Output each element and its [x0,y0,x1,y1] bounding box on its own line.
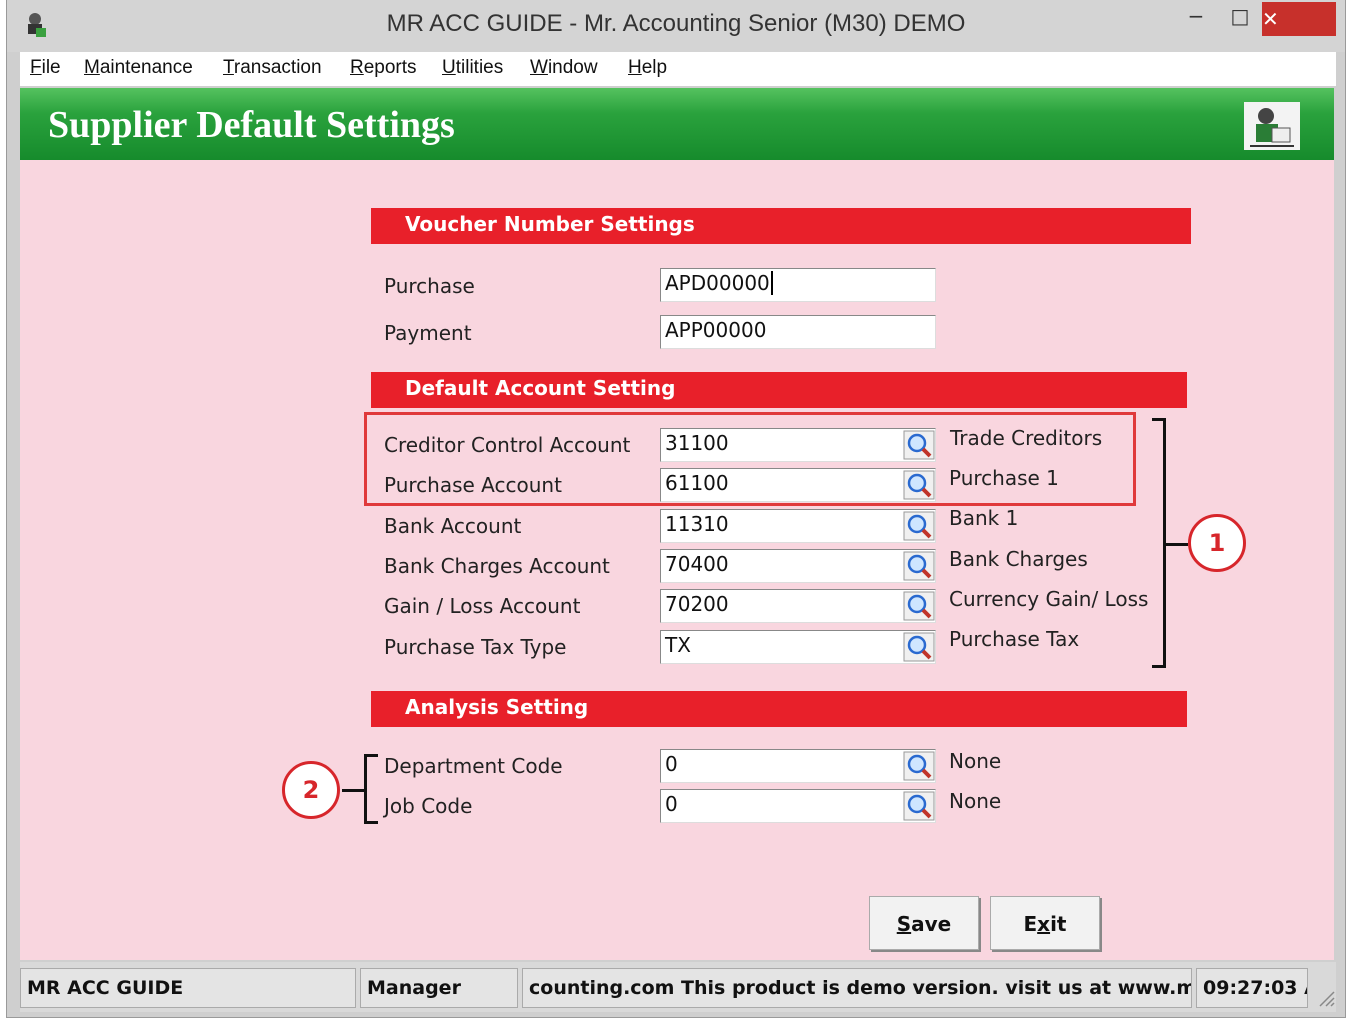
purchase-voucher-input[interactable]: APD00000 [660,268,936,302]
lookup-icon[interactable] [903,430,935,460]
creditor-control-account-input[interactable]: 31100 [660,428,936,462]
lookup-icon[interactable] [903,632,935,662]
purchase-voucher-label: Purchase [384,274,475,298]
creditor-control-account-desc: Trade Creditors [950,426,1103,450]
department-code-desc: None [949,749,1002,773]
purchase-tax-type-input[interactable]: TX [660,630,936,664]
form-title: Supplier Default Settings [48,104,455,146]
callout-connector [1166,543,1188,546]
lookup-icon[interactable] [903,551,935,581]
menu-window[interactable]: Window [530,57,598,79]
callout-bracket [364,754,378,824]
menu-utilities[interactable]: Utilities [442,57,503,79]
lookup-icon[interactable] [903,751,935,781]
job-code-label: Job Code [384,794,473,818]
purchase-account-input[interactable]: 61100 [660,468,936,502]
menu-file[interactable]: File [30,57,61,79]
bank-charges-account-desc: Bank Charges [949,547,1088,571]
callout-badge-2: 2 [282,761,340,819]
lookup-icon[interactable] [903,791,935,821]
lookup-icon[interactable] [903,511,935,541]
gain-loss-account-desc: Currency Gain/ Loss [949,587,1149,611]
menu-maintenance[interactable]: Maintenance [84,57,193,79]
resize-grip-icon[interactable] [1314,986,1336,1008]
department-code-label: Department Code [384,754,563,778]
section-default-account-setting: Default Account Setting [371,372,1187,408]
minimize-button[interactable]: − [1176,4,1216,34]
purchase-account-label: Purchase Account [384,473,562,497]
section-voucher-number-settings: Voucher Number Settings [371,208,1191,244]
callout-bracket [1152,418,1166,668]
save-button[interactable]: Save [869,896,979,950]
gain-loss-account-input[interactable]: 70200 [660,589,936,623]
menu-bar [20,52,1336,86]
lookup-icon[interactable] [903,470,935,500]
exit-button[interactable]: Exit [990,896,1100,950]
creditor-control-account-label: Creditor Control Account [384,433,631,457]
status-user: Manager [360,968,518,1008]
window-title: MR ACC GUIDE - Mr. Accounting Senior (M3… [386,10,966,37]
menu-reports[interactable]: Reports [350,57,417,79]
purchase-account-desc: Purchase 1 [949,466,1059,490]
status-app-name: MR ACC GUIDE [20,968,356,1008]
purchase-tax-type-label: Purchase Tax Type [384,635,567,659]
menu-help[interactable]: Help [628,57,667,79]
callout-connector [342,789,364,792]
status-message: counting.com This product is demo versio… [522,968,1192,1008]
accountant-icon [1244,102,1300,150]
bank-charges-account-input[interactable]: 70400 [660,549,936,583]
job-code-desc: None [949,789,1002,813]
gain-loss-account-label: Gain / Loss Account [384,594,581,618]
close-button[interactable]: ✕ [1262,2,1336,36]
purchase-tax-type-desc: Purchase Tax [949,627,1080,651]
bank-charges-account-label: Bank Charges Account [384,554,610,578]
menu-transaction[interactable]: Transaction [223,57,322,79]
bank-account-desc: Bank 1 [949,506,1019,530]
maximize-button[interactable]: □ [1220,4,1260,34]
lookup-icon[interactable] [903,591,935,621]
job-code-input[interactable]: 0 [660,789,936,823]
callout-badge-1: 1 [1188,514,1246,572]
bank-account-input[interactable]: 11310 [660,509,936,543]
status-time: 09:27:03 AM [1196,968,1308,1008]
department-code-input[interactable]: 0 [660,749,936,783]
section-analysis-setting: Analysis Setting [371,691,1187,727]
bank-account-label: Bank Account [384,514,522,538]
payment-voucher-label: Payment [384,321,472,345]
payment-voucher-input[interactable]: APP00000 [660,315,936,349]
